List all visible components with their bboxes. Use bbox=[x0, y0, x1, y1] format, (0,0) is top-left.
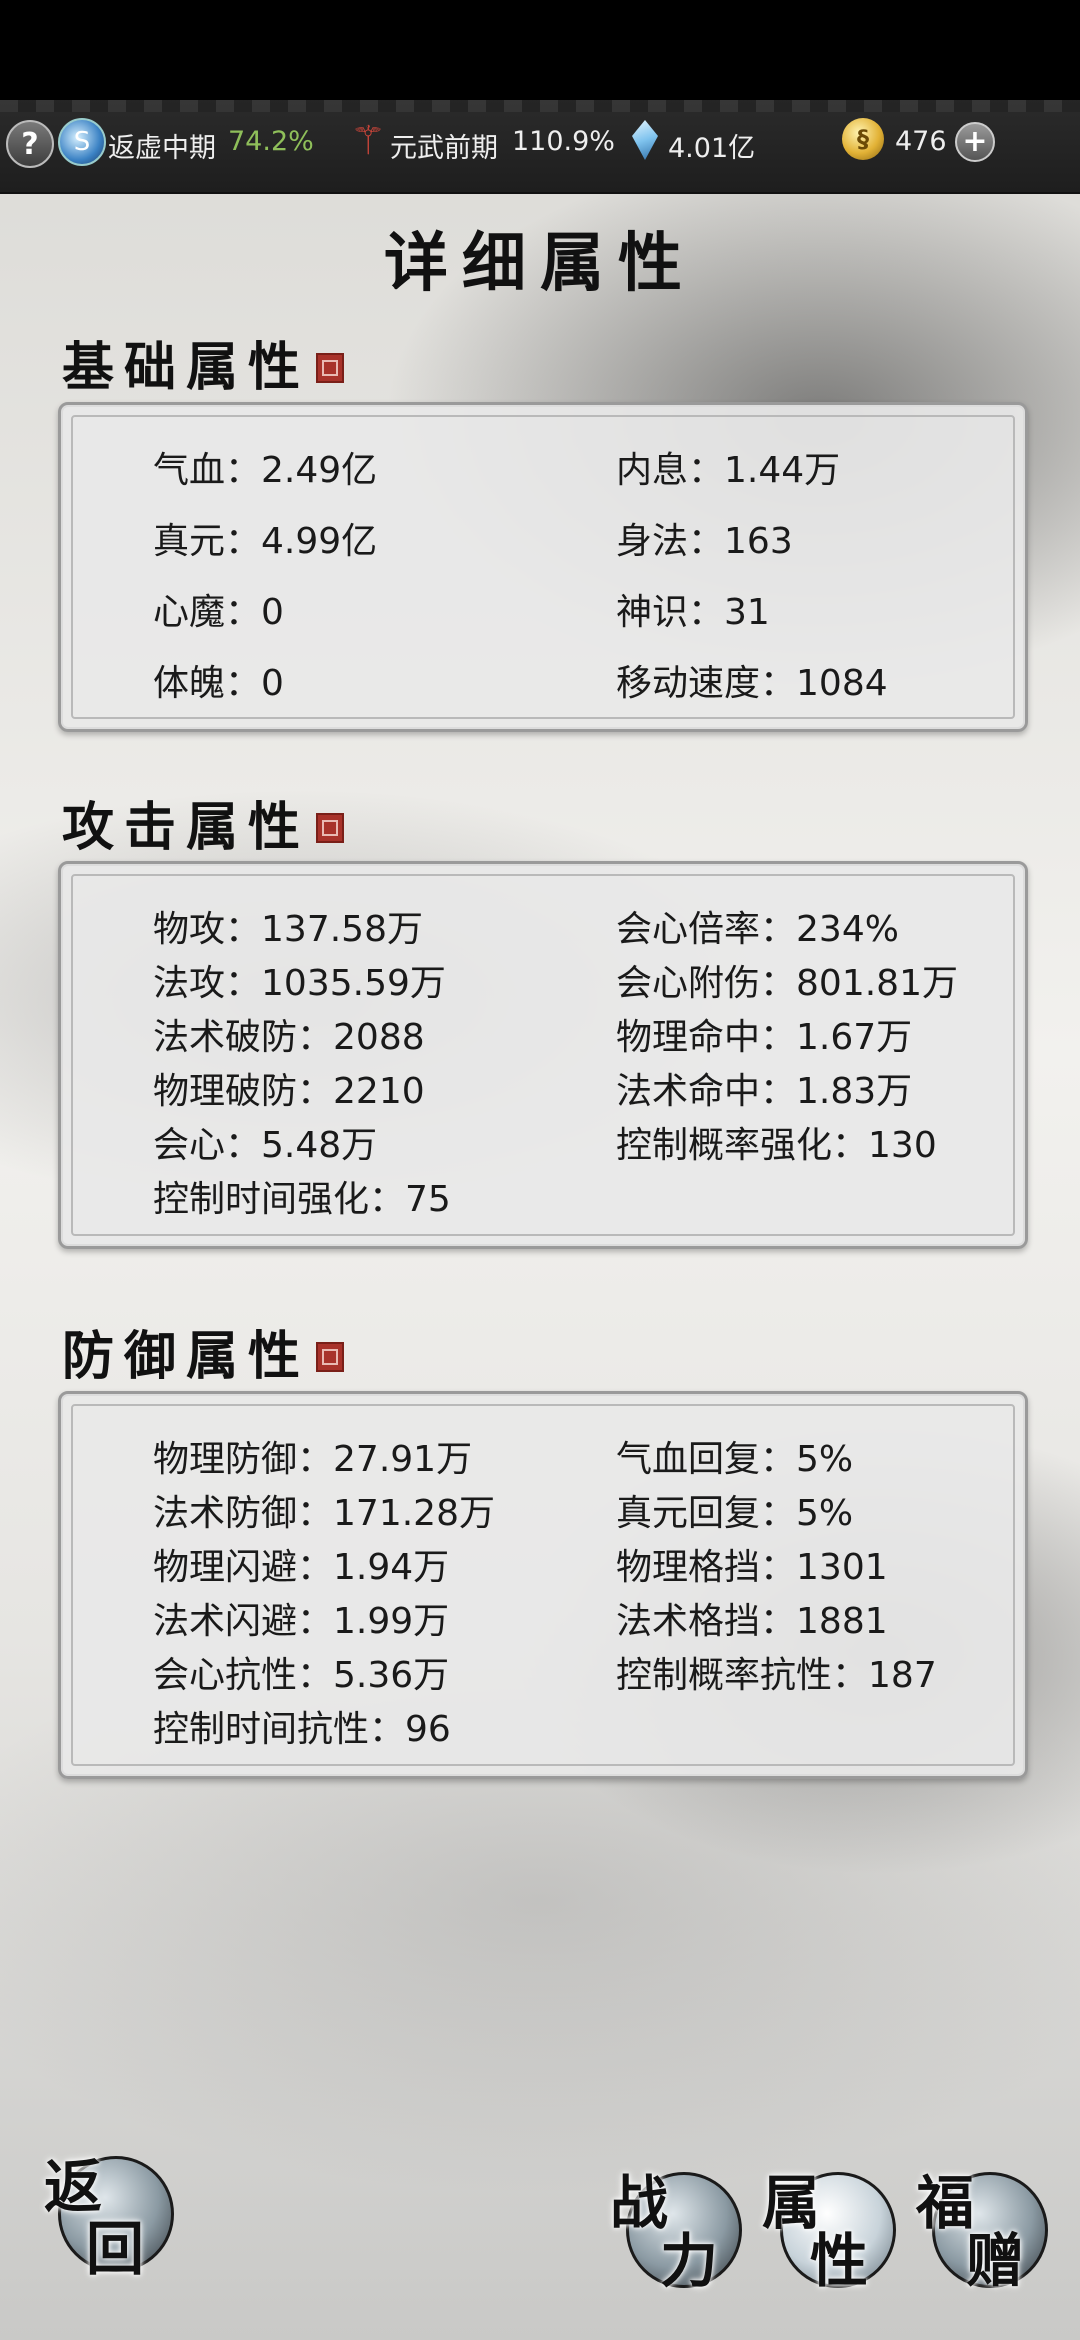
weapon-progress: 110.9% bbox=[512, 126, 615, 157]
stat-row: 法术命中：1.83万 bbox=[616, 1071, 913, 1112]
coin-amount: 476 bbox=[895, 126, 947, 157]
section-title-defense: 防御属性 bbox=[62, 1314, 345, 1389]
seal-icon bbox=[316, 812, 345, 843]
weapon-realm-label: 元武前期 bbox=[390, 133, 498, 164]
section-title-attack: 攻击属性 bbox=[62, 785, 345, 860]
stat-row: 控制时间强化：75 bbox=[153, 1179, 451, 1220]
stat-row: 控制概率抗性：187 bbox=[616, 1655, 937, 1696]
realm-label: 返虚中期 bbox=[108, 133, 216, 164]
resource-bar-border bbox=[0, 100, 1080, 112]
stat-row: 气血：2.49亿 bbox=[153, 450, 378, 491]
defense-attributes-panel: 物理防御：27.91万 法术防御：171.28万 物理闪避：1.94万 法术闪避… bbox=[58, 1391, 1028, 1779]
stat-row: 神识：31 bbox=[616, 592, 770, 633]
attributes-char-2: 性 bbox=[810, 2227, 869, 2295]
stat-row: 物理防御：27.91万 bbox=[153, 1439, 473, 1480]
page-title: 详细属性 bbox=[384, 226, 696, 301]
coin-icon: § bbox=[842, 118, 884, 160]
stat-row: 体魄：0 bbox=[153, 663, 284, 704]
spirit-stone-icon bbox=[632, 120, 658, 160]
stat-row: 会心倍率：234% bbox=[616, 909, 899, 950]
attack-attributes-panel: 物攻：137.58万 法攻：1035.59万 法术破防：2088 物理破防：22… bbox=[58, 861, 1028, 1249]
stat-row: 法术破防：2088 bbox=[153, 1017, 425, 1058]
stat-row: 物攻：137.58万 bbox=[153, 909, 423, 950]
stat-row: 心魔：0 bbox=[153, 592, 284, 633]
stat-row: 真元回复：5% bbox=[616, 1493, 854, 1534]
add-coin-button[interactable]: + bbox=[955, 122, 995, 162]
stat-row: 会心：5.48万 bbox=[153, 1125, 378, 1166]
seal-icon bbox=[316, 1341, 345, 1372]
stat-row: 真元：4.99亿 bbox=[153, 521, 378, 562]
back-char-2: 回 bbox=[86, 2215, 145, 2283]
stat-row: 身法：163 bbox=[616, 521, 793, 562]
blessing-char-2: 赠 bbox=[966, 2227, 1025, 2295]
help-button[interactable]: ? bbox=[6, 120, 54, 168]
stat-row: 法术防御：171.28万 bbox=[153, 1493, 495, 1534]
section-title-basic: 基础属性 bbox=[62, 325, 345, 400]
realm-progress: 74.2% bbox=[228, 126, 314, 157]
back-button[interactable]: 返 回 bbox=[40, 2140, 180, 2283]
weapon-icon: ⚚ bbox=[350, 118, 386, 164]
stat-row: 内息：1.44万 bbox=[616, 450, 841, 491]
stat-row: 物理格挡：1301 bbox=[616, 1547, 888, 1588]
stat-row: 会心附伤：801.81万 bbox=[616, 963, 958, 1004]
realm-icon: S bbox=[58, 118, 106, 166]
stat-row: 物理破防：2210 bbox=[153, 1071, 425, 1112]
stat-row: 法术格挡：1881 bbox=[616, 1601, 888, 1642]
stat-row: 法攻：1035.59万 bbox=[153, 963, 446, 1004]
stat-row: 物理命中：1.67万 bbox=[616, 1017, 913, 1058]
stat-row: 控制时间抗性：96 bbox=[153, 1709, 451, 1750]
resource-bar: ? S 返虚中期 74.2% ⚚ 元武前期 110.9% 4.01亿 § 476… bbox=[0, 100, 1080, 194]
stat-row: 控制概率强化：130 bbox=[616, 1125, 937, 1166]
stat-row: 气血回复：5% bbox=[616, 1439, 854, 1480]
combat-power-char-2: 力 bbox=[660, 2227, 719, 2295]
stat-row: 法术闪避：1.99万 bbox=[153, 1601, 450, 1642]
stat-row: 物理闪避：1.94万 bbox=[153, 1547, 450, 1588]
seal-icon bbox=[316, 352, 345, 383]
blessing-tab[interactable]: 福 赠 bbox=[910, 2150, 1050, 2300]
basic-attributes-panel: 气血：2.49亿 真元：4.99亿 心魔：0 体魄：0 内息：1.44万 身法：… bbox=[58, 402, 1028, 732]
spirit-stone-amount: 4.01亿 bbox=[668, 133, 756, 164]
combat-power-tab[interactable]: 战 力 bbox=[604, 2150, 744, 2300]
attributes-tab[interactable]: 属 性 bbox=[758, 2150, 898, 2300]
stat-row: 移动速度：1084 bbox=[616, 663, 888, 704]
system-status-area bbox=[0, 0, 1080, 100]
stat-row: 会心抗性：5.36万 bbox=[153, 1655, 450, 1696]
